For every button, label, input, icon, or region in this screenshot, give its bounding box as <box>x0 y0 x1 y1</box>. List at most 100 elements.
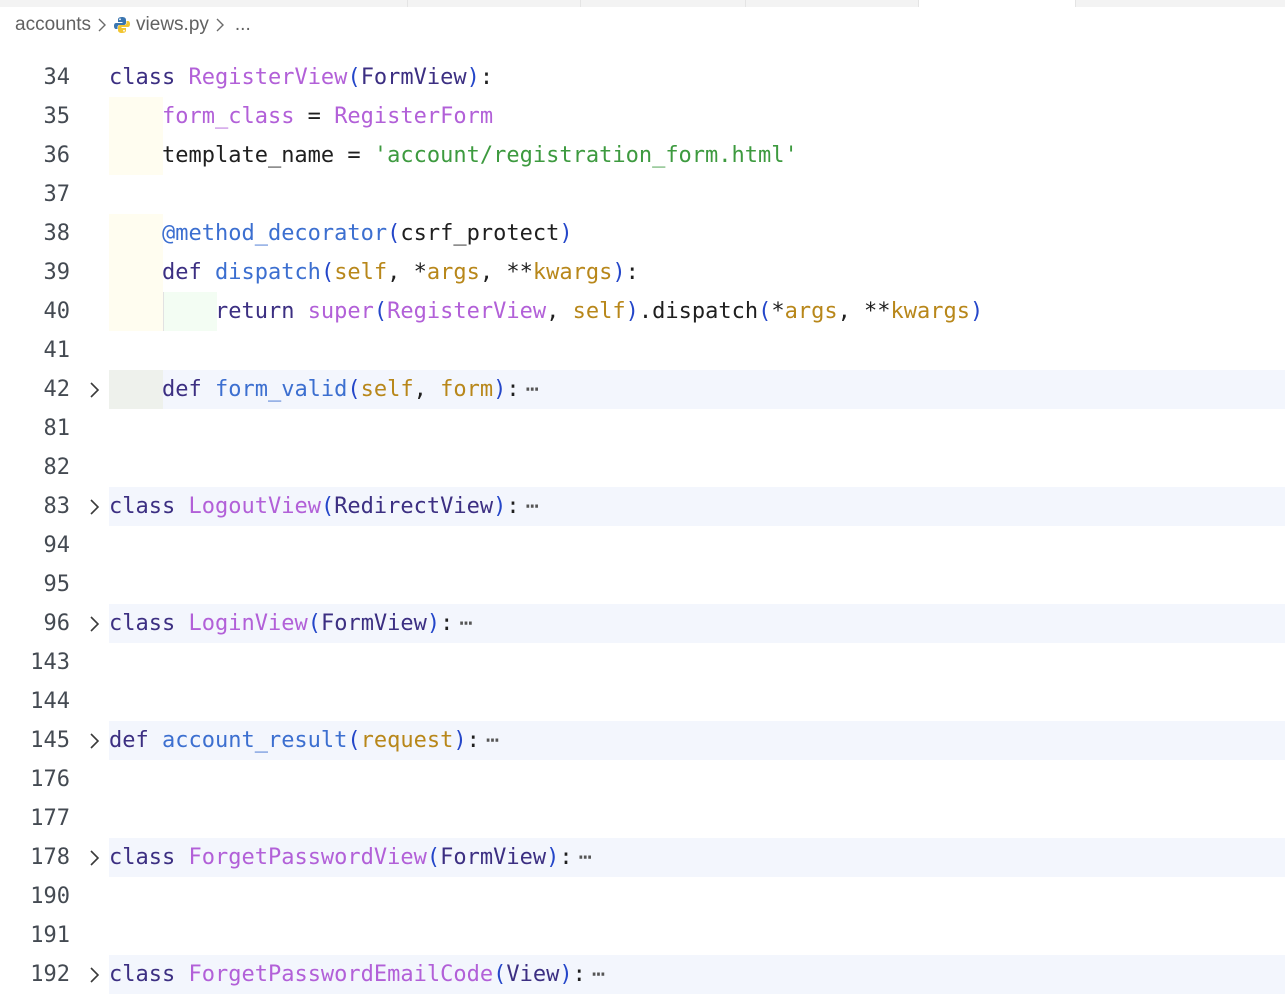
fold-ellipsis[interactable]: ⋯ <box>486 728 499 753</box>
code-line[interactable]: 36 template_name = 'account/registration… <box>0 136 1285 175</box>
code-token: : <box>506 494 520 519</box>
code-token: : <box>559 845 573 870</box>
code-token: , ** <box>837 299 891 324</box>
code-token: = <box>334 143 374 168</box>
code-line[interactable]: 177 <box>0 799 1285 838</box>
fold-chevron-icon[interactable] <box>84 614 104 634</box>
fold-chevron-icon[interactable] <box>84 497 104 517</box>
code-line[interactable]: 190 <box>0 877 1285 916</box>
code-token: class <box>109 65 189 90</box>
line-number: 190 <box>30 884 70 909</box>
code-token: class <box>109 611 189 636</box>
line-number: 34 <box>43 65 71 90</box>
code-line[interactable]: 38 @method_decorator(csrf_protect) <box>0 214 1285 253</box>
code-line[interactable]: 42 def form_valid(self, form): ⋯ <box>0 370 1285 409</box>
line-number: 178 <box>30 845 70 870</box>
breadcrumb-symbol[interactable]: ... <box>235 14 251 36</box>
code-text[interactable]: @method_decorator(csrf_protect) <box>109 214 573 253</box>
fold-ellipsis[interactable]: ⋯ <box>526 494 539 519</box>
code-text[interactable]: def dispatch(self, *args, **kwargs): <box>109 253 639 292</box>
breadcrumb-folder[interactable]: accounts <box>15 14 91 36</box>
code-token: LogoutView <box>188 494 321 519</box>
fold-chevron-icon[interactable] <box>84 380 104 400</box>
code-token: RegisterForm <box>334 104 494 129</box>
code-text[interactable]: class ForgetPasswordView(FormView): ⋯ <box>109 838 592 877</box>
fold-ellipsis[interactable]: ⋯ <box>592 962 605 987</box>
code-line[interactable]: 145 def account_result(request): ⋯ <box>0 721 1285 760</box>
code-token: kwargs <box>890 299 971 324</box>
code-editor[interactable]: 34 class RegisterView(FormView): 35 form_c… <box>0 0 1285 1007</box>
code-token: ( <box>493 962 507 987</box>
code-line[interactable]: 41 <box>0 331 1285 370</box>
code-token: ( <box>347 377 361 402</box>
code-line[interactable]: 96 class LoginView(FormView): ⋯ <box>0 604 1285 643</box>
line-number: 38 <box>43 221 71 246</box>
code-token: kwargs <box>532 260 613 285</box>
code-line[interactable]: 178 class ForgetPasswordView(FormView): ⋯ <box>0 838 1285 877</box>
code-token: View <box>506 962 560 987</box>
code-token: template_name <box>161 143 335 168</box>
code-text[interactable]: form_class = RegisterForm <box>109 97 493 136</box>
code-line[interactable]: 34 class RegisterView(FormView): <box>0 58 1285 97</box>
editor-tab[interactable] <box>746 0 919 7</box>
code-line[interactable]: 191 <box>0 916 1285 955</box>
editor-tab[interactable] <box>408 0 581 7</box>
line-number: 96 <box>43 611 71 636</box>
editor-tab-active[interactable] <box>919 0 1076 7</box>
code-line[interactable]: 95 <box>0 565 1285 604</box>
code-line[interactable]: 144 <box>0 682 1285 721</box>
code-token: args <box>426 260 480 285</box>
code-token: , ** <box>479 260 533 285</box>
fold-chevron-icon[interactable] <box>84 965 104 985</box>
code-text[interactable]: template_name = 'account/registration_fo… <box>109 136 798 175</box>
code-text[interactable]: class LogoutView(RedirectView): ⋯ <box>109 487 539 526</box>
breadcrumb-file[interactable]: views.py <box>136 14 209 36</box>
code-line[interactable]: 37 <box>0 175 1285 214</box>
code-line[interactable]: 94 <box>0 526 1285 565</box>
code-line[interactable]: 192 class ForgetPasswordEmailCode(View): ⋯ <box>0 955 1285 994</box>
code-text[interactable]: class RegisterView(FormView): <box>109 58 493 97</box>
code-line[interactable]: 40 return super(RegisterView, self).disp… <box>0 292 1285 331</box>
code-token: request <box>360 728 454 753</box>
code-token: , * <box>387 260 427 285</box>
line-number: 83 <box>43 494 71 519</box>
code-token: def <box>109 728 162 753</box>
line-number: 192 <box>30 962 70 987</box>
code-token: ) <box>625 299 639 324</box>
fold-chevron-icon[interactable] <box>84 731 104 751</box>
line-number: 191 <box>30 923 70 948</box>
code-text[interactable]: class ForgetPasswordEmailCode(View): ⋯ <box>109 955 605 994</box>
code-line[interactable]: 81 <box>0 409 1285 448</box>
code-text[interactable]: def form_valid(self, form): ⋯ <box>109 370 539 409</box>
code-text[interactable]: return super(RegisterView, self).dispatc… <box>109 292 983 331</box>
code-line[interactable]: 35 form_class = RegisterForm <box>0 97 1285 136</box>
fold-ellipsis[interactable]: ⋯ <box>526 377 539 402</box>
fold-chevron-icon[interactable] <box>84 848 104 868</box>
code-token: ) <box>426 611 441 636</box>
code-text[interactable]: class LoginView(FormView): ⋯ <box>109 604 473 643</box>
code-line[interactable]: 143 <box>0 643 1285 682</box>
code-token: def <box>161 377 215 402</box>
code-line[interactable]: 82 <box>0 448 1285 487</box>
code-line[interactable]: 39 def dispatch(self, *args, **kwargs): <box>0 253 1285 292</box>
code-token: .dispatch <box>638 299 759 324</box>
line-number: 40 <box>43 299 71 324</box>
editor-tab[interactable] <box>581 0 746 7</box>
fold-ellipsis[interactable]: ⋯ <box>459 611 472 636</box>
code-line[interactable]: 176 <box>0 760 1285 799</box>
code-token: ForgetPasswordView <box>188 845 427 870</box>
code-token: @method_decorator <box>161 221 388 246</box>
code-token: 'account/registration_form.html' <box>373 143 798 168</box>
code-token: form <box>440 377 494 402</box>
code-line[interactable]: 83 class LogoutView(RedirectView): ⋯ <box>0 487 1285 526</box>
code-token: ) <box>466 65 480 90</box>
code-text[interactable]: def account_result(request): ⋯ <box>109 721 499 760</box>
editor-tab[interactable] <box>0 0 408 7</box>
code-token: ( <box>320 494 335 519</box>
fold-ellipsis[interactable]: ⋯ <box>579 845 592 870</box>
code-token: : <box>506 377 520 402</box>
